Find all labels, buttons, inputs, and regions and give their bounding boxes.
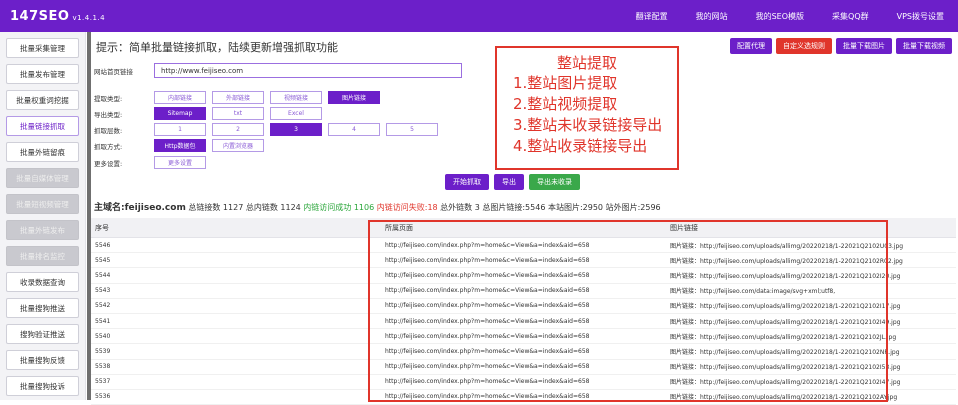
- sidebar-item: 批量外链发布: [6, 220, 79, 240]
- annotation-line: 4.整站收录链接导出: [513, 137, 648, 155]
- option-video-links[interactable]: 视频链接: [270, 91, 322, 104]
- export-type-row: 导出类型: Sitemap txt Excel: [94, 107, 328, 120]
- stat-success: 内链访问成功 1106: [303, 203, 375, 212]
- sidebar-item: 批量短视频管理: [6, 194, 79, 214]
- cell-index: 5539: [95, 347, 111, 355]
- sidebar-item[interactable]: 批量权重词挖掘: [6, 90, 79, 110]
- nav-vps-settings[interactable]: VPS拨号设置: [883, 0, 958, 32]
- sidebar: 批量采集管理 批量发布管理 批量权重词挖掘 批量链接抓取 批量外链留痕 批量自媒体管理 批量…: [0, 32, 86, 400]
- annotation-line: 1.整站图片提取: [513, 74, 618, 92]
- site-url-input[interactable]: http://www.feijiseo.com: [154, 63, 462, 78]
- nav-translate-config[interactable]: 翻译配置: [622, 0, 682, 32]
- stat-fail: 内链访问失败:18: [376, 203, 438, 212]
- download-images-button[interactable]: 批量下载图片: [836, 38, 892, 54]
- sidebar-item[interactable]: 批量搜狗推送: [6, 298, 79, 318]
- header-index: 序号: [95, 223, 109, 232]
- method-row: 抓取方式: Http数据包 内置浏览器: [94, 139, 270, 152]
- depth-label: 抓取层数:: [94, 126, 123, 135]
- stats-line: 主域名:feijiseo.com 总链接数 1127 总内链数 1124 内链访…: [94, 200, 661, 213]
- option-image-links[interactable]: 图片链接: [328, 91, 380, 104]
- sidebar-item[interactable]: 批量链接抓取: [6, 116, 79, 136]
- option-depth-3[interactable]: 3: [270, 123, 322, 136]
- annotation-highlight-box: [368, 220, 888, 402]
- sidebar-item[interactable]: 批量搜狗投诉: [6, 376, 79, 396]
- cell-index: 5542: [95, 302, 111, 310]
- cell-index: 5536: [95, 393, 111, 401]
- cell-index: 5545: [95, 256, 111, 264]
- sidebar-item: 批量自媒体管理: [6, 168, 79, 188]
- proxy-config-button[interactable]: 配置代理: [730, 38, 772, 54]
- option-depth-1[interactable]: 1: [154, 123, 206, 136]
- top-actions: 配置代理 自定义选规则 批量下载图片 批量下载视频: [730, 38, 952, 54]
- option-internal-links[interactable]: 内部链接: [154, 91, 206, 104]
- crawl-type-label: 提取类型:: [94, 94, 123, 103]
- app-brand: 147SEO v1.4.1.4: [0, 9, 105, 24]
- custom-rules-button[interactable]: 自定义选规则: [776, 38, 832, 54]
- hint-text: 提示：简单批量链接抓取，陆续更新增强抓取功能: [96, 41, 338, 54]
- stat-domain: 主域名:feijiseo.com: [94, 203, 186, 213]
- option-depth-4[interactable]: 4: [328, 123, 380, 136]
- more-row: 更多设置: 更多设置: [94, 156, 212, 169]
- more-settings-button[interactable]: 更多设置: [154, 156, 206, 169]
- sidebar-item[interactable]: 收录数据查询: [6, 272, 79, 292]
- panel-scrollbar[interactable]: [87, 32, 91, 400]
- option-external-links[interactable]: 外部链接: [212, 91, 264, 104]
- export-button[interactable]: 导出: [494, 174, 524, 190]
- option-depth-5[interactable]: 5: [386, 123, 438, 136]
- top-bar: 147SEO v1.4.1.4 翻译配置 我的网站 我的SEO模版 采集QQ群 V…: [0, 0, 958, 32]
- start-crawl-button[interactable]: 开始抓取: [445, 174, 489, 190]
- action-buttons: 开始抓取 导出 导出未收录: [445, 174, 580, 190]
- stat-external: 总外链数 3: [440, 203, 480, 212]
- annotation-title: 整站提取: [556, 54, 617, 72]
- annotation-line: 3.整站未收录链接导出: [513, 116, 663, 134]
- app-version: v1.4.1.4: [72, 13, 106, 22]
- cell-index: 5544: [95, 271, 111, 279]
- option-sitemap[interactable]: Sitemap: [154, 107, 206, 120]
- cell-index: 5538: [95, 363, 111, 371]
- option-depth-2[interactable]: 2: [212, 123, 264, 136]
- download-videos-button[interactable]: 批量下载视频: [896, 38, 952, 54]
- cell-index: 5540: [95, 332, 111, 340]
- cell-index: 5541: [95, 317, 111, 325]
- cell-index: 5537: [95, 378, 111, 386]
- option-excel[interactable]: Excel: [270, 107, 322, 120]
- stat-internal-links: 总内链数 1124: [245, 203, 301, 212]
- nav-qq-group[interactable]: 采集QQ群: [818, 0, 883, 32]
- sidebar-item[interactable]: 批量采集管理: [6, 38, 79, 58]
- option-http-packet[interactable]: Http数据包: [154, 139, 206, 152]
- export-type-label: 导出类型:: [94, 110, 123, 119]
- sidebar-item: 批量排名监控: [6, 246, 79, 266]
- sidebar-item[interactable]: 批量搜狗反馈: [6, 350, 79, 370]
- stat-local-images: 本站图片:2950: [547, 203, 604, 212]
- stat-total-images: 总图片链接:5546: [482, 203, 546, 212]
- export-unindexed-button[interactable]: 导出未收录: [529, 174, 580, 190]
- crawl-type-row: 提取类型: 内部链接 外部链接 视频链接 图片链接: [94, 91, 386, 104]
- annotation-box: 整站提取 1.整站图片提取 2.整站视频提取 3.整站未收录链接导出 4.整站收…: [495, 46, 679, 170]
- cell-index: 5543: [95, 287, 111, 295]
- sidebar-item[interactable]: 批量发布管理: [6, 64, 79, 84]
- sidebar-item[interactable]: 批量外链留痕: [6, 142, 79, 162]
- option-txt[interactable]: txt: [212, 107, 264, 120]
- nav-seo-templates[interactable]: 我的SEO模版: [742, 0, 818, 32]
- stat-external-images: 站外图片:2596: [605, 203, 661, 212]
- url-row: 网站首页链接 http://www.feijiseo.com: [94, 63, 462, 78]
- annotation-line: 2.整站视频提取: [513, 95, 618, 113]
- depth-row: 抓取层数: 1 2 3 4 5: [94, 123, 444, 136]
- app-title: 147SEO: [10, 8, 70, 24]
- method-label: 抓取方式:: [94, 142, 123, 151]
- option-builtin-browser[interactable]: 内置浏览器: [212, 139, 264, 152]
- more-label: 更多设置:: [94, 159, 123, 168]
- cell-index: 5546: [95, 241, 111, 249]
- top-nav: 翻译配置 我的网站 我的SEO模版 采集QQ群 VPS拨号设置: [622, 0, 958, 32]
- url-label: 网站首页链接: [94, 67, 133, 76]
- sidebar-item[interactable]: 搜狗验证推送: [6, 324, 79, 344]
- stat-total-links: 总链接数 1127: [188, 203, 244, 212]
- nav-my-sites[interactable]: 我的网站: [682, 0, 742, 32]
